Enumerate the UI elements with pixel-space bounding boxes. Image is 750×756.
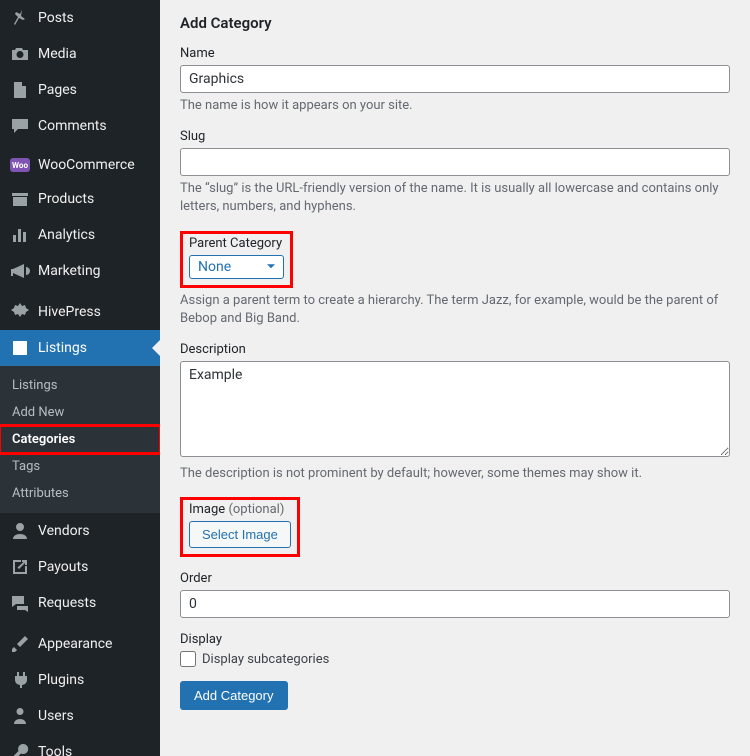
display-checkbox-label: Display subcategories [202,652,329,667]
slug-description: The “slug” is the URL-friendly version o… [180,180,730,216]
sidebar-label: Pages [38,82,77,98]
sidebar-label: WooCommerce [38,157,135,173]
highlight-image: Image (optional) Select Image [180,497,300,557]
sidebar-item-posts[interactable]: Posts [0,0,160,36]
sidebar-item-users[interactable]: Users [0,698,160,734]
parent-description: Assign a parent term to create a hierarc… [180,292,730,328]
field-order: Order [180,571,730,618]
sidebar-label: Appearance [38,636,112,652]
admin-sidebar: Posts Media Pages Comments Woo WooCommer… [0,0,160,756]
highlight-parent: Parent Category None [180,231,293,288]
sidebar-label: Vendors [38,523,90,539]
slug-input[interactable] [180,148,730,176]
sidebar-item-marketing[interactable]: Marketing [0,253,160,289]
sidebar-item-analytics[interactable]: Analytics [0,217,160,253]
sidebar-label: Users [38,708,74,724]
page-title: Add Category [180,14,730,32]
image-label: Image (optional) [189,502,291,517]
sidebar-label: Marketing [38,263,101,279]
slug-label: Slug [180,129,730,144]
sidebar-item-hivepress[interactable]: HivePress [0,294,160,330]
select-image-button[interactable]: Select Image [189,521,291,548]
megaphone-icon [10,261,30,281]
list-icon [10,338,30,358]
description-label: Description [180,342,730,357]
brush-icon [10,634,30,654]
field-name: Name The name is how it appears on your … [180,46,730,115]
listings-submenu: Listings Add New Categories Tags Attribu… [0,366,160,513]
sidebar-label: Posts [38,10,74,26]
sidebar-item-appearance[interactable]: Appearance [0,626,160,662]
sidebar-item-listings[interactable]: Listings [0,330,160,366]
sidebar-item-requests[interactable]: Requests [0,585,160,621]
sidebar-label: Media [38,46,77,62]
sidebar-label: Listings [38,340,87,356]
parent-select[interactable]: None [189,255,284,279]
sidebar-item-media[interactable]: Media [0,36,160,72]
description-textarea[interactable] [180,361,730,457]
name-input[interactable] [180,65,730,93]
sidebar-label: Plugins [38,672,84,688]
page-icon [10,80,30,100]
sidebar-label: HivePress [38,304,101,320]
sidebar-label: Requests [38,595,96,611]
submenu-listings[interactable]: Listings [0,372,160,399]
comment-icon [10,116,30,136]
sidebar-item-plugins[interactable]: Plugins [0,662,160,698]
submenu-add-new[interactable]: Add New [0,399,160,426]
sidebar-label: Comments [38,118,107,134]
order-input[interactable] [180,590,730,618]
field-display: Display Display subcategories [180,632,730,667]
bars-icon [10,225,30,245]
sidebar-item-woocommerce[interactable]: Woo WooCommerce [0,149,160,181]
archive-icon [10,189,30,209]
display-subcategories-checkbox[interactable] [180,651,196,667]
sidebar-item-tools[interactable]: Tools [0,734,160,756]
person-icon [10,706,30,726]
sidebar-item-vendors[interactable]: Vendors [0,513,160,549]
submenu-categories[interactable]: Categories [0,426,160,453]
sidebar-label: Payouts [38,559,88,575]
sidebar-label: Analytics [38,227,95,243]
camera-icon [10,44,30,64]
field-parent-category: Parent Category None Assign a parent ter… [180,231,730,328]
user-icon [10,521,30,541]
field-image: Image (optional) Select Image [180,497,730,557]
wrench-icon [10,742,30,756]
pin-icon [10,8,30,28]
display-label: Display [180,632,730,647]
sidebar-label: Tools [38,744,72,756]
chat-icon [10,593,30,613]
arrow-out-icon [10,557,30,577]
name-description: The name is how it appears on your site. [180,97,730,115]
gear-flower-icon [10,302,30,322]
field-slug: Slug The “slug” is the URL-friendly vers… [180,129,730,216]
woo-icon: Woo [10,158,30,172]
sidebar-item-pages[interactable]: Pages [0,72,160,108]
name-label: Name [180,46,730,61]
field-description: Description The description is not promi… [180,342,730,483]
order-label: Order [180,571,730,586]
submenu-tags[interactable]: Tags [0,453,160,480]
submenu-attributes[interactable]: Attributes [0,480,160,507]
plug-icon [10,670,30,690]
sidebar-label: Products [38,191,94,207]
add-category-button[interactable]: Add Category [180,681,288,710]
description-help: The description is not prominent by defa… [180,465,730,483]
parent-label: Parent Category [189,236,284,251]
sidebar-item-products[interactable]: Products [0,181,160,217]
sidebar-item-comments[interactable]: Comments [0,108,160,144]
main-content: Add Category Name The name is how it app… [160,0,750,756]
sidebar-item-payouts[interactable]: Payouts [0,549,160,585]
